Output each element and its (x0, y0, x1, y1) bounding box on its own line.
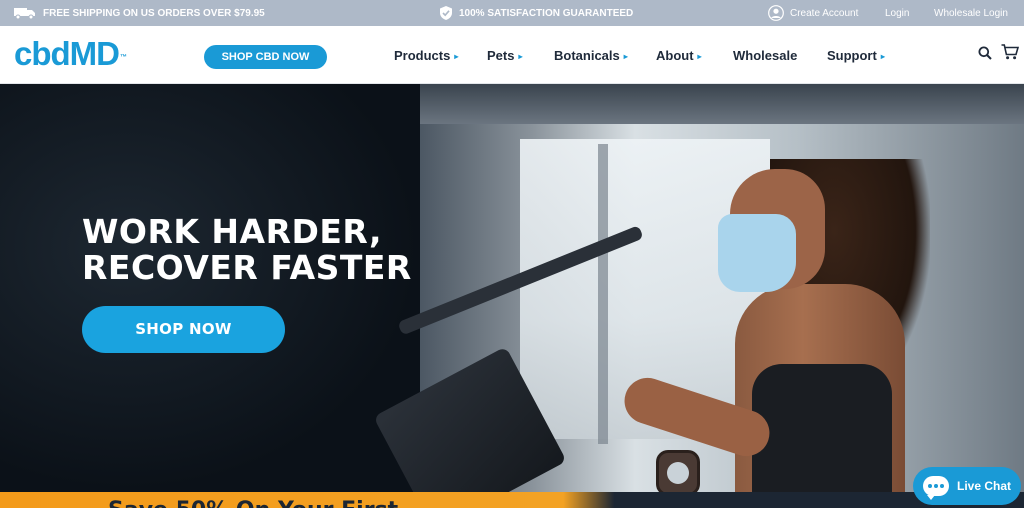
truck-icon (14, 8, 35, 19)
wholesale-login-label[interactable]: Wholesale Login (934, 8, 1008, 19)
guarantee-text: 100% SATISFACTION GUARANTEED (459, 7, 634, 19)
top-utility-bar: FREE SHIPPING ON US ORDERS OVER $79.95 1… (0, 0, 1024, 26)
search-icon[interactable] (978, 46, 992, 60)
shipping-text: FREE SHIPPING ON US ORDERS OVER $79.95 (43, 7, 265, 19)
shop-now-button[interactable]: SHOP NOW (82, 306, 285, 353)
nav-item-pets[interactable]: Pets ▸ (487, 45, 522, 67)
nav-item-wholesale[interactable]: Wholesale (733, 45, 797, 67)
hero-photo-pillar (598, 144, 608, 444)
guarantee-promo: 100% SATISFACTION GUARANTEED (440, 0, 633, 26)
nav-item-label[interactable]: Pets (487, 48, 514, 63)
cbdmd-logo[interactable]: cbdMD™ (14, 34, 127, 74)
nav-item-products[interactable]: Products ▸ (394, 45, 458, 67)
logo-text[interactable]: cbdMD (14, 35, 120, 72)
caret-right-icon: ▸ (518, 52, 523, 61)
caret-right-icon: ▸ (623, 52, 628, 61)
watch-face (667, 462, 689, 484)
caret-right-icon: ▸ (454, 52, 459, 61)
live-chat-button[interactable]: Live Chat (913, 467, 1021, 505)
face-mask (718, 214, 796, 292)
runner-sports-top (752, 364, 892, 492)
create-account-link[interactable]: Create Account (768, 0, 858, 26)
shipping-promo: FREE SHIPPING ON US ORDERS OVER $79.95 (14, 0, 265, 26)
nav-item-botanicals[interactable]: Botanicals ▸ (554, 45, 628, 67)
nav-item-support[interactable]: Support ▸ (827, 45, 885, 67)
chat-bubble-icon (923, 476, 949, 500)
nav-item-label[interactable]: Botanicals (554, 48, 620, 63)
hero-headline-line2: RECOVER FASTER (82, 248, 412, 287)
user-circle-icon (768, 5, 784, 21)
nav-item-label[interactable]: Support (827, 48, 877, 63)
hero-headline: WORK HARDER, RECOVER FASTER (82, 214, 482, 286)
nav-item-label[interactable]: About (656, 48, 694, 63)
shield-check-icon (440, 6, 452, 20)
nav-item-label[interactable]: Products (394, 48, 450, 63)
promo-strip-text: Save 50% On Your First (108, 498, 398, 508)
nav-item-about[interactable]: About ▸ (656, 45, 702, 67)
wholesale-login-link[interactable]: Wholesale Login (934, 0, 1008, 26)
logo-trademark: ™ (120, 54, 127, 61)
cart-icon[interactable] (1001, 44, 1019, 60)
caret-right-icon: ▸ (697, 52, 702, 61)
hero-headline-line1: WORK HARDER, (82, 212, 382, 251)
live-chat-label[interactable]: Live Chat (957, 479, 1011, 493)
create-account-label[interactable]: Create Account (790, 8, 858, 19)
hero-banner: WORK HARDER, RECOVER FASTER SHOP NOW (0, 84, 1024, 492)
hero-photo-ceiling (420, 84, 1024, 124)
wristwatch (656, 450, 700, 492)
login-link[interactable]: Login (885, 0, 909, 26)
login-label[interactable]: Login (885, 8, 909, 19)
hero-photo-dark-area (0, 84, 420, 492)
main-navbar: cbdMD™ SHOP CBD NOW Products ▸ Pets ▸ Bota… (0, 26, 1024, 84)
promo-strip[interactable]: Save 50% On Your First (0, 492, 1024, 508)
nav-item-label[interactable]: Wholesale (733, 48, 797, 63)
shop-cbd-now-button[interactable]: SHOP CBD NOW (204, 45, 327, 69)
caret-right-icon: ▸ (880, 52, 885, 61)
